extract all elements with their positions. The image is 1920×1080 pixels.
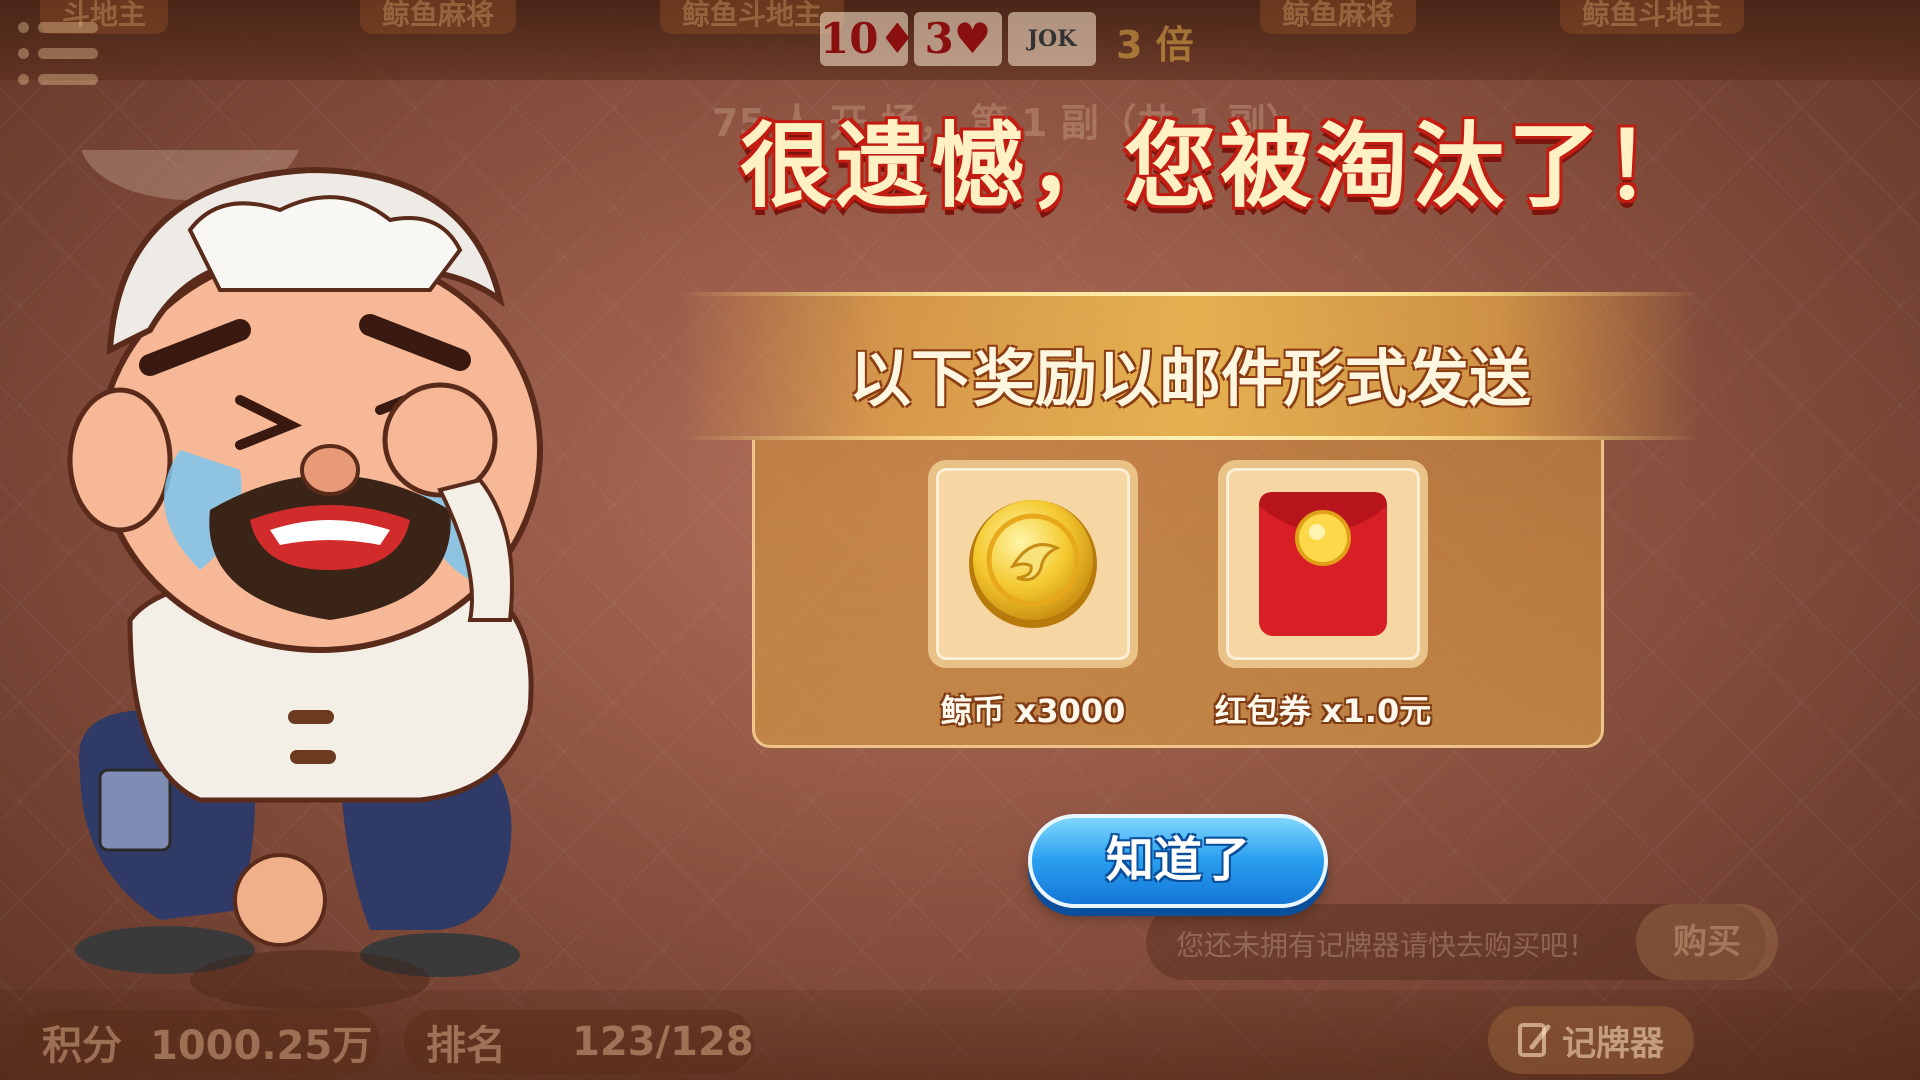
top-tab: 鲸鱼斗地主: [1560, 0, 1745, 34]
top-tab: 鲸鱼麻将: [360, 0, 517, 34]
red-envelope-icon: [1259, 492, 1387, 636]
multiplier-label: 3 倍: [1116, 23, 1194, 67]
reward-label-red-packet: 红包券 x1.0元: [1214, 692, 1432, 730]
reward-item-red-packet: [1218, 460, 1428, 668]
crying-character-illustration: [67, 150, 543, 977]
gold-coin-icon: [969, 500, 1097, 628]
confirm-button[interactable]: 知道了: [1028, 814, 1328, 908]
bottom-card: JOK: [1008, 12, 1096, 66]
buy-button[interactable]: 购买: [1636, 904, 1778, 980]
reward-item-coin: [928, 460, 1138, 668]
rank-value: 123/128: [572, 1019, 754, 1065]
reward-banner: 以下奖励以邮件形式发送: [680, 292, 1700, 440]
score-label: 积分: [42, 1023, 122, 1069]
notice-text: 您还未拥有记牌器请快去购买吧！: [1176, 929, 1597, 962]
reward-banner-text: 以下奖励以邮件形式发送: [848, 342, 1531, 415]
top-tab: 鲸鱼麻将: [1260, 0, 1417, 34]
score-pill: 积分 1000.25万: [20, 1010, 380, 1074]
reward-panel: [752, 440, 1604, 748]
bottom-card: 3♥: [914, 12, 1002, 66]
reward-label-coin: 鲸币 x3000: [940, 692, 1126, 730]
card-tracker-button[interactable]: 记牌器: [1488, 1006, 1694, 1074]
bottom-card: 10♦: [820, 12, 916, 66]
menu-icon[interactable]: [18, 18, 102, 92]
rank-pill: 排名 123/128: [404, 1010, 754, 1074]
rank-label: 排名: [426, 1023, 506, 1069]
score-value: 1000.25万: [150, 1023, 373, 1069]
pencil-note-icon: [1518, 1023, 1551, 1057]
card-tracker-label: 记牌器: [1562, 1023, 1664, 1064]
top-tab: 鲸鱼斗地主: [660, 0, 845, 34]
elimination-title: 很遗憾，您被淘汰了！: [740, 113, 1701, 220]
